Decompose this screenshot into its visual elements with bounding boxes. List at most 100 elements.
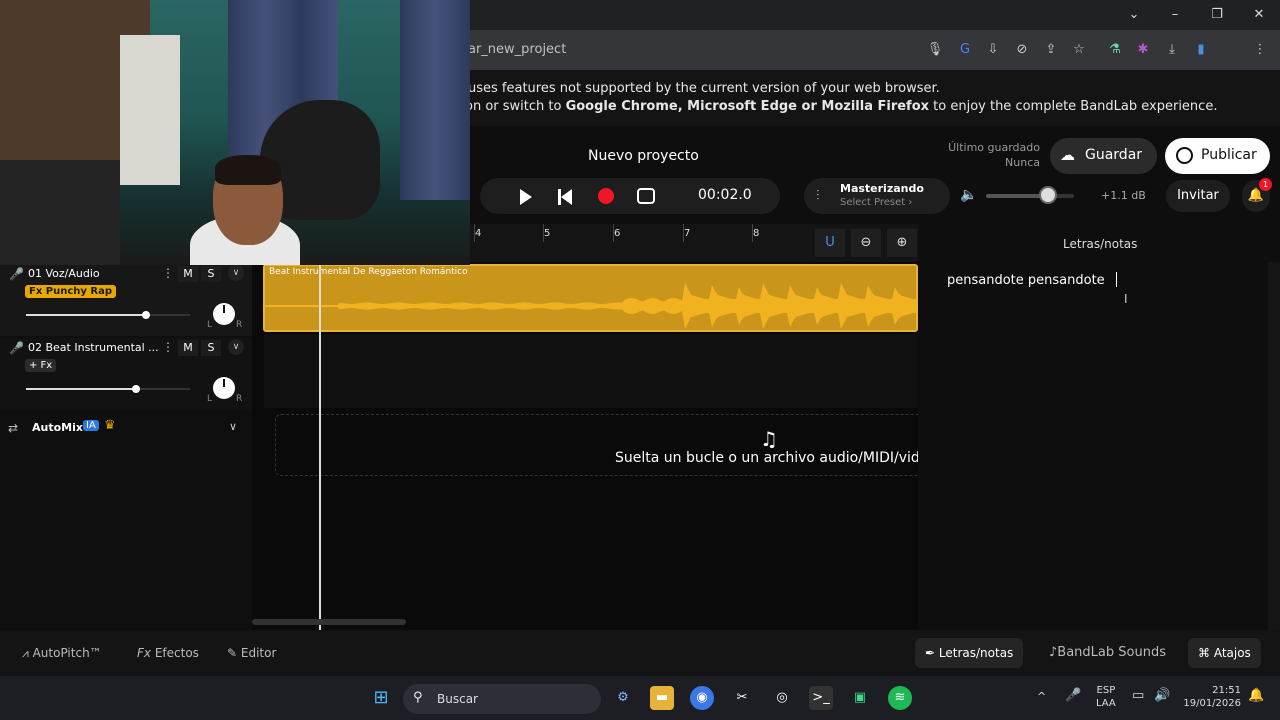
- fx-icon: Fx: [137, 646, 152, 660]
- close-button[interactable]: ✕: [1249, 6, 1269, 24]
- warning-line-2: on or switch to Google Chrome, Microsoft…: [465, 99, 1218, 114]
- sidepanel-icon[interactable]: ▮: [1191, 40, 1211, 60]
- chevron-down-icon[interactable]: ∨: [229, 420, 237, 433]
- chevron-up-icon[interactable]: ^: [1037, 690, 1046, 703]
- mic-icon[interactable]: 🎤: [9, 267, 24, 281]
- downloads-icon[interactable]: ⤓: [1162, 40, 1182, 60]
- screen: ⌄ – ❐ ✕ ar_new_project 🎙 G ⇩ ⊘ ⇪ ☆ ⚗ ✱ ⤓…: [0, 0, 1280, 720]
- audio-clip[interactable]: Beat Instrumental De Reggaeton Romántico: [263, 264, 918, 332]
- lyrics-panel: Letras/notas pensandote pensandote I: [918, 224, 1280, 630]
- chrome-icon[interactable]: ◉: [690, 686, 714, 710]
- android-icon[interactable]: ▣: [848, 686, 872, 710]
- add-fx-button[interactable]: + Fx: [25, 359, 57, 372]
- clock[interactable]: 21:51 19/01/2026: [1183, 684, 1241, 710]
- master-volume-knob[interactable]: [1038, 186, 1057, 204]
- taskbar-search[interactable]: ⚲ Buscar: [403, 684, 601, 714]
- lyrics-tab[interactable]: ✒ Letras/notas: [915, 638, 1024, 668]
- network-icon[interactable]: ▭: [1132, 689, 1144, 702]
- more-icon[interactable]: ⋮: [162, 266, 174, 280]
- project-title[interactable]: Nuevo proyecto: [588, 148, 699, 164]
- track-volume-slider[interactable]: [26, 385, 190, 393]
- volume-icon[interactable]: 🔊: [1154, 689, 1170, 702]
- mic-icon[interactable]: 🎤: [9, 341, 24, 355]
- settings-icon[interactable]: ⚙: [611, 686, 635, 710]
- invite-button[interactable]: Invitar: [1166, 180, 1230, 212]
- skip-back-icon[interactable]: [558, 189, 574, 205]
- url-text[interactable]: ar_new_project: [468, 42, 566, 57]
- globe-icon: [1176, 147, 1193, 164]
- extension-icon[interactable]: ✱: [1133, 40, 1153, 60]
- webcam-overlay: [0, 0, 470, 265]
- notification-badge: 1: [1259, 178, 1272, 191]
- chevron-down-icon[interactable]: ∨: [228, 265, 244, 281]
- solo-button[interactable]: S: [201, 266, 221, 282]
- zoom-out-icon[interactable]: ⊖: [851, 229, 881, 257]
- mute-button[interactable]: M: [178, 266, 198, 282]
- save-status: Último guardado Nunca: [948, 141, 1040, 169]
- spotify-icon[interactable]: ≋: [888, 686, 912, 710]
- bandlab-sounds-button[interactable]: ♪BandLab Sounds: [1049, 645, 1166, 660]
- track-name[interactable]: 02 Beat Instrumental ...: [28, 341, 159, 354]
- speaker-icon[interactable]: 🔈: [960, 187, 977, 203]
- chevron-down-icon[interactable]: ∨: [228, 339, 244, 355]
- horizontal-scrollbar[interactable]: [252, 619, 406, 625]
- capcut-icon[interactable]: ✂: [730, 686, 754, 710]
- mic-icon[interactable]: 🎙: [925, 40, 945, 60]
- track-1[interactable]: 🎤 01 Voz/Audio ⋮ M S ∨ Fx Punchy Rap L R: [0, 264, 252, 336]
- waveform: [265, 283, 916, 329]
- arrangement-area[interactable]: Beat Instrumental De Reggaeton Romántico…: [252, 262, 928, 630]
- lyrics-textarea[interactable]: pensandote pensandote: [947, 273, 1105, 288]
- save-button[interactable]: ☁ Guardar: [1050, 138, 1157, 174]
- text-cursor: [1116, 272, 1117, 287]
- track-name[interactable]: 01 Voz/Audio: [28, 267, 100, 280]
- mute-button[interactable]: M: [178, 340, 198, 356]
- more-icon[interactable]: ⋮: [162, 340, 174, 354]
- install-icon[interactable]: ⇩: [983, 40, 1003, 60]
- language-indicator[interactable]: ESP LAA: [1096, 684, 1116, 710]
- magnet-icon[interactable]: U: [815, 229, 845, 257]
- zoom-in-icon[interactable]: ⊕: [887, 229, 917, 257]
- share-icon[interactable]: ⇪: [1041, 40, 1061, 60]
- editor-button[interactable]: ✎ Editor: [227, 646, 276, 660]
- extension-flask-icon[interactable]: ⚗: [1105, 40, 1125, 60]
- publish-button[interactable]: Publicar: [1165, 138, 1270, 174]
- track-list: 🎤 01 Voz/Audio ⋮ M S ∨ Fx Punchy Rap L R…: [0, 264, 252, 630]
- loop-icon[interactable]: [637, 188, 655, 204]
- transport-controls: 00:02.0: [480, 178, 780, 214]
- drop-zone[interactable]: [275, 414, 918, 476]
- ia-badge: IA: [83, 420, 99, 431]
- notification-bell-icon[interactable]: 🔔: [1248, 689, 1264, 702]
- google-icon[interactable]: G: [955, 40, 975, 60]
- maximize-button[interactable]: ❐: [1207, 6, 1227, 24]
- pan-knob[interactable]: [213, 377, 235, 399]
- autopitch-button[interactable]: ⩘ AutoPitch™: [22, 646, 102, 661]
- recorder-icon[interactable]: ◎: [770, 686, 794, 710]
- record-icon[interactable]: [598, 188, 614, 204]
- bookmark-icon[interactable]: ☆: [1069, 40, 1089, 60]
- terminal-icon[interactable]: >_: [809, 686, 833, 710]
- lyrics-title: Letras/notas: [1063, 237, 1138, 251]
- master-volume-slider[interactable]: [986, 194, 1074, 198]
- track-volume-slider[interactable]: [26, 311, 190, 319]
- bar-number: 4: [475, 228, 482, 239]
- bar-number: 7: [684, 228, 691, 239]
- menu-icon[interactable]: ⋮: [1250, 40, 1270, 60]
- track-2[interactable]: 🎤 02 Beat Instrumental ... ⋮ M S ∨ + Fx …: [0, 338, 252, 410]
- minimize-button[interactable]: –: [1165, 6, 1185, 24]
- eye-off-icon[interactable]: ⊘: [1012, 40, 1032, 60]
- mic-icon[interactable]: 🎤: [1065, 689, 1081, 702]
- play-icon[interactable]: [520, 189, 532, 205]
- shortcuts-button[interactable]: ⌘ Atajos: [1188, 638, 1261, 668]
- folder-icon[interactable]: ▬: [650, 686, 674, 710]
- effects-button[interactable]: Fx Efectos: [137, 646, 199, 660]
- track-2-lane[interactable]: [264, 334, 918, 408]
- pan-knob[interactable]: [213, 303, 235, 325]
- solo-button[interactable]: S: [201, 340, 221, 356]
- mastering-button[interactable]: ⫶ Masterizando Select Preset ›: [804, 178, 950, 214]
- vertical-scrollbar[interactable]: [1268, 262, 1280, 630]
- playhead[interactable]: [319, 262, 321, 630]
- browser-links: Google Chrome, Microsoft Edge or Mozilla…: [565, 99, 930, 114]
- fx-preset-tag[interactable]: Fx Punchy Rap: [25, 285, 116, 298]
- chevron-down-icon[interactable]: ⌄: [1124, 6, 1144, 24]
- windows-start-icon[interactable]: ⊞: [369, 686, 393, 710]
